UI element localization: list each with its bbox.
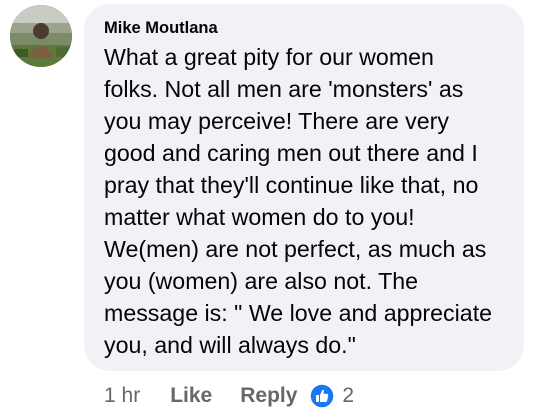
comment-text-line: We(men) are not perfect, as much as <box>104 236 487 262</box>
comment-text-line: folks. Not all men are 'monsters' as <box>104 76 464 102</box>
comment-text: What a great pity for our women folks. N… <box>104 41 506 361</box>
comment-author[interactable]: Mike Moutlana <box>104 18 506 38</box>
comment-text-line: you, and will always do." <box>104 332 356 358</box>
avatar-photo <box>10 5 72 67</box>
like-button[interactable]: Like <box>170 384 212 408</box>
comment-text-line: good and caring men out there and I <box>104 140 478 166</box>
avatar[interactable] <box>10 5 72 67</box>
reaction-summary[interactable]: 2 <box>309 383 354 409</box>
comment-actions: 1 hr Like Reply 2 <box>104 380 354 412</box>
comment-text-line: you (women) are also not. The <box>104 268 419 294</box>
like-icon <box>309 383 336 409</box>
comment-text-line: pray that they'll continue like that, no <box>104 172 479 198</box>
reply-button[interactable]: Reply <box>240 384 297 408</box>
comment-text-line: message is: " We love and appreciate <box>104 300 493 326</box>
comment-text-line: matter what women do to you! <box>104 204 415 230</box>
comment-text-line: What a great pity for our women <box>104 44 434 70</box>
comment-text-line: you may perceive! There are very <box>104 108 449 134</box>
comment-timestamp[interactable]: 1 hr <box>104 384 140 408</box>
comment-bubble: Mike Moutlana What a great pity for our … <box>84 4 524 371</box>
reaction-count: 2 <box>342 384 355 407</box>
